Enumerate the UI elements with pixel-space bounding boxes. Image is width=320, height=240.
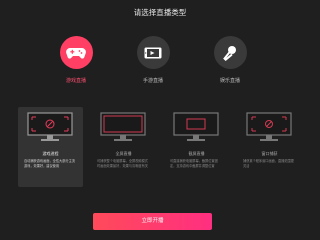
type-mobile-label: 手游直播 [142, 78, 163, 84]
start-live-button[interactable]: 立即开播 [93, 213, 212, 230]
type-entertainment-label: 娱乐直播 [219, 78, 240, 84]
mode-fullscreen[interactable]: 全屏直播 可捕获整个电脑屏幕，全屏视频模式时画面效果最好，效果与清晰度有关 [91, 107, 156, 187]
microphone-icon [223, 45, 236, 61]
mode-fullscreen-desc: 可捕获整个电脑屏幕，全屏视频模式时画面效果最好，效果与清晰度有关 [97, 159, 148, 168]
mode-fullscreen-name: 全屏直播 [115, 151, 132, 156]
monitor-window-icon [246, 112, 292, 141]
gamepad-icon [66, 47, 86, 59]
mode-window-name: 窗口捕获 [261, 151, 278, 156]
page-title: 请选择直播类型 [133, 8, 187, 17]
monitor-fullscreen-icon [100, 112, 146, 141]
type-entertainment-live[interactable]: 娱乐直播 [205, 36, 255, 84]
capture-mode-selector: 游戏进程 自动捕获游戏画面，全性大部分主流游戏，效果好，建议使用 全屏直播 可捕… [18, 107, 302, 187]
type-game-label: 游戏直播 [65, 78, 86, 84]
type-game-circle [59, 36, 93, 69]
type-mobile-game-live[interactable]: 手游直播 [128, 36, 178, 84]
mode-game-desc: 自动捕获游戏画面，全性大部分主流游戏，效果好，建议使用 [24, 159, 75, 168]
mode-screenshot-name: 截屏直播 [188, 151, 205, 156]
type-entertainment-circle [213, 36, 247, 69]
mode-game-name: 游戏进程 [42, 151, 59, 156]
tablet-icon [144, 47, 162, 58]
mode-window-capture[interactable]: 窗口捕获 捕获某个程序窗口画面，直播范围更灵活 [237, 107, 302, 187]
mode-window-desc: 捕获某个程序窗口画面，直播范围更灵活 [243, 159, 294, 168]
mode-screenshot[interactable]: 截屏直播 可直接捕获电脑屏幕，截屏位置固定，支持游戏中截屏并调整位置 [164, 107, 229, 187]
type-mobile-circle [136, 36, 170, 69]
monitor-game-icon [27, 112, 73, 141]
monitor-screenshot-icon [173, 112, 219, 141]
type-game-live[interactable]: 游戏直播 [51, 36, 101, 84]
mode-screenshot-desc: 可直接捕获电脑屏幕，截屏位置固定，支持游戏中截屏并调整位置 [170, 159, 218, 168]
mode-game-process[interactable]: 游戏进程 自动捕获游戏画面，全性大部分主流游戏，效果好，建议使用 [18, 107, 83, 187]
